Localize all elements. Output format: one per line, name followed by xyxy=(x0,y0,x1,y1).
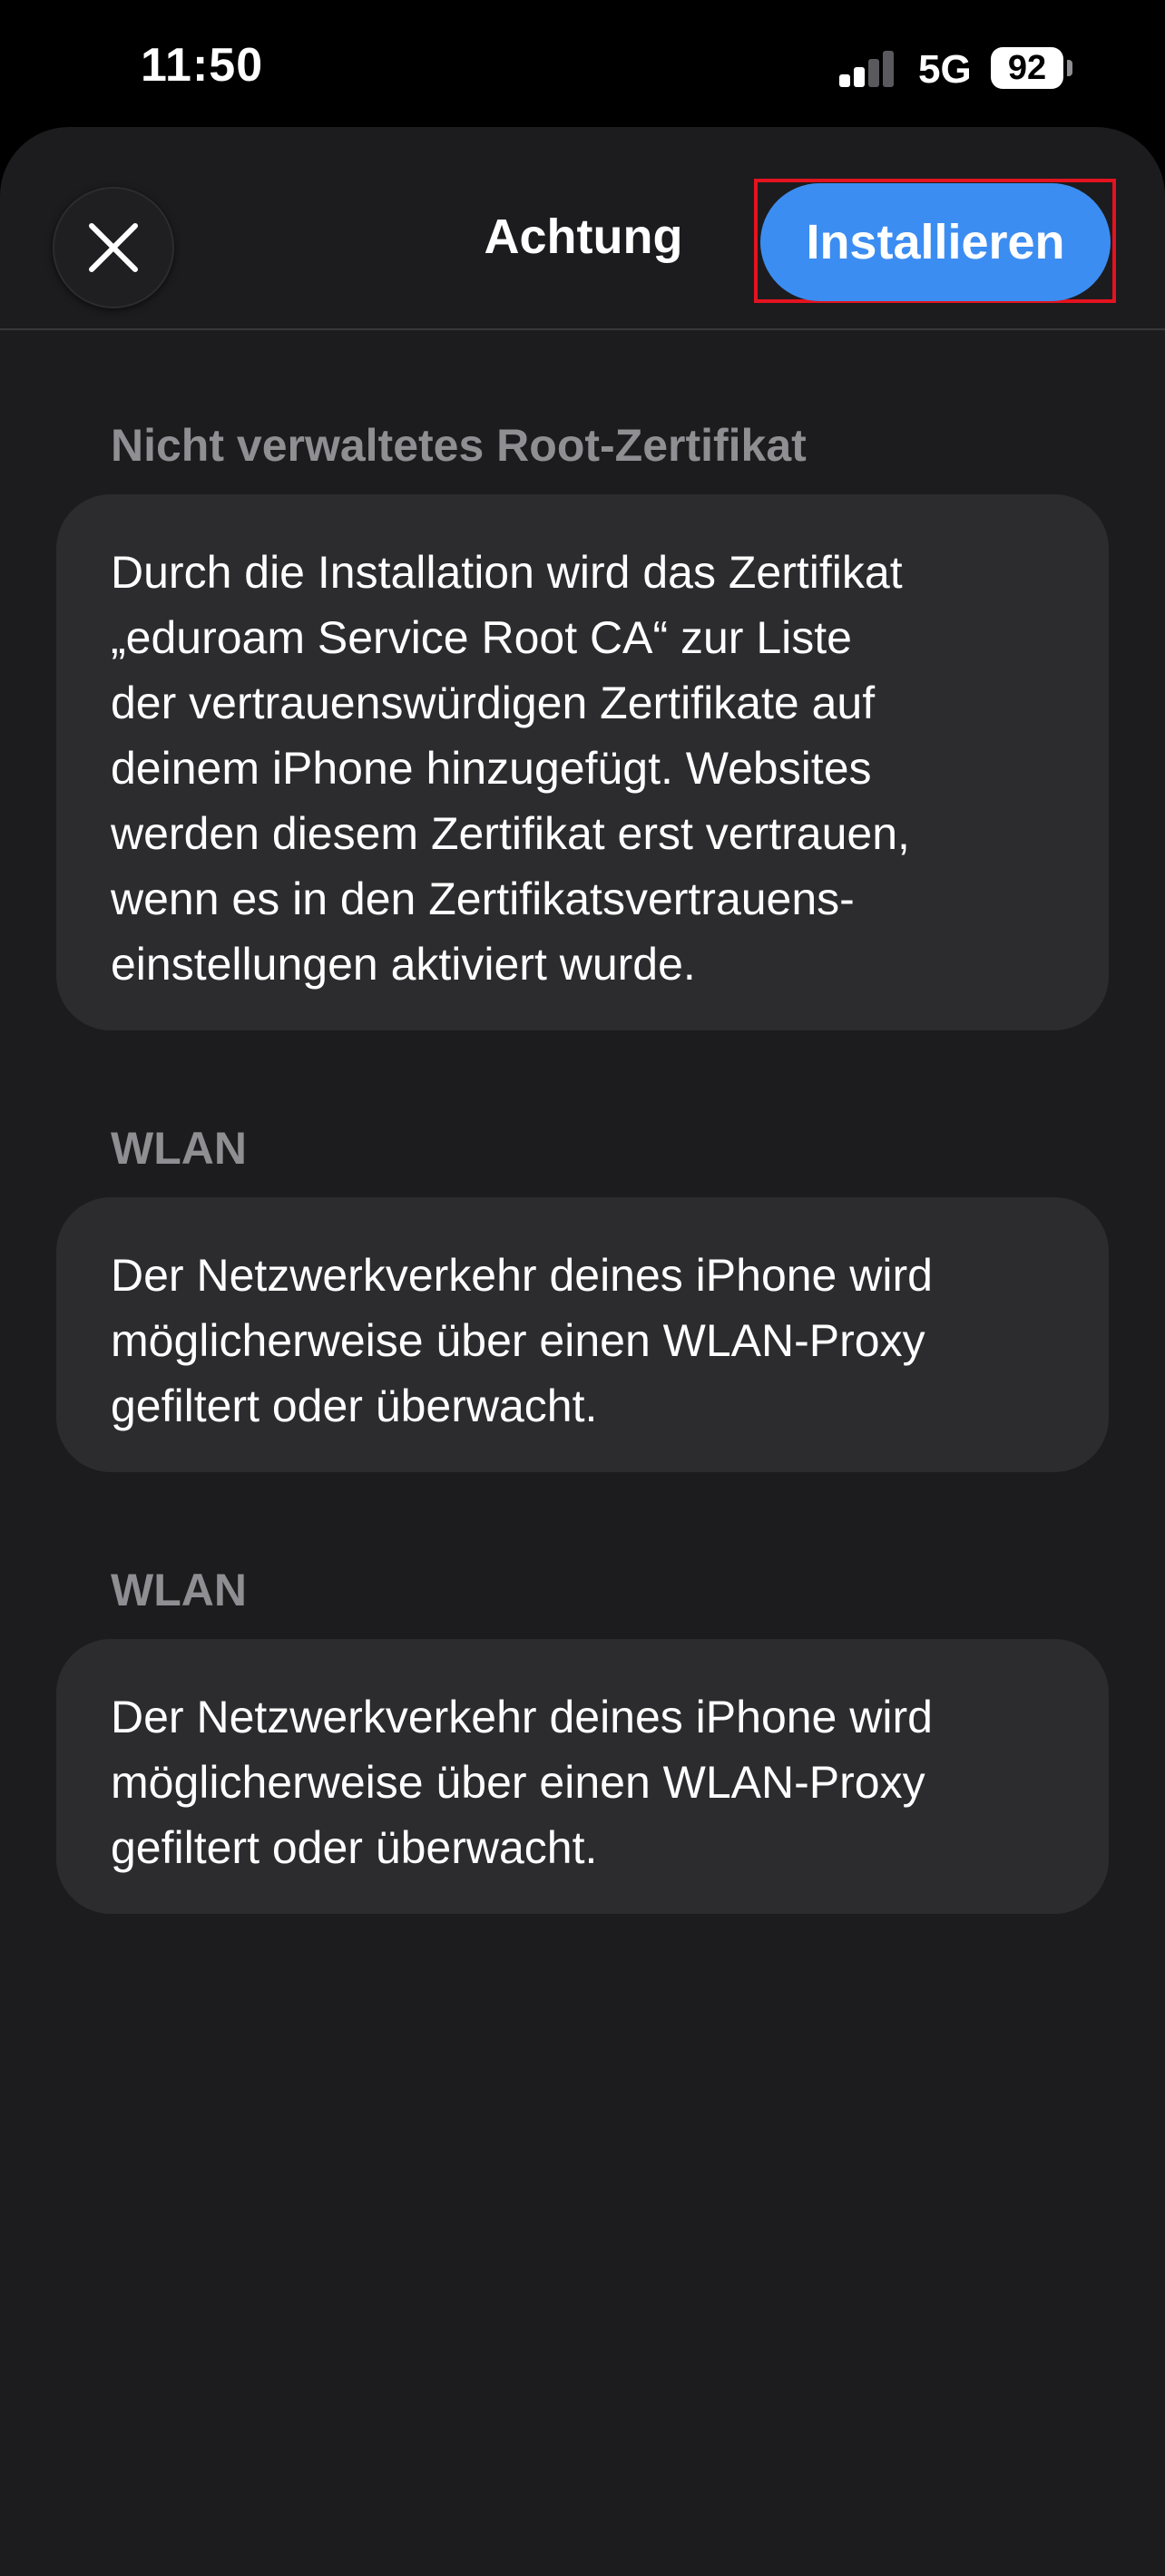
battery-icon: 92 xyxy=(991,47,1063,89)
nav-bar: Achtung Installieren xyxy=(0,127,1165,330)
text-line: Durch die Installation wird das Zertifik… xyxy=(111,547,903,598)
text-line: „eduroam Service Root CA“ zur Liste xyxy=(111,612,852,663)
text-line: gefiltert oder überwacht. xyxy=(111,1822,598,1873)
battery-tip xyxy=(1067,60,1072,76)
card-text: Durch die Installation wird das Zertifik… xyxy=(111,540,1054,997)
section-header-root-certificate: Nicht verwaltetes Root-Zertifikat xyxy=(111,420,807,471)
text-line: Der Netzwerkverkehr deines iPhone wird xyxy=(111,1692,933,1742)
cellular-signal-icon xyxy=(839,51,896,87)
card-wlan: Der Netzwerkverkehr deines iPhone wird m… xyxy=(56,1639,1109,1914)
status-bar: 11:50 5G 92 xyxy=(0,0,1165,127)
card-root-certificate: Durch die Installation wird das Zertifik… xyxy=(56,494,1109,1030)
text-line: Der Netzwerkverkehr deines iPhone wird xyxy=(111,1250,933,1301)
text-line: möglicherweise über einen WLAN-Proxy xyxy=(111,1757,925,1808)
text-line: deinem iPhone hinzugefügt. Websites xyxy=(111,743,872,794)
status-time: 11:50 xyxy=(141,39,264,92)
card-text: Der Netzwerkverkehr deines iPhone wird m… xyxy=(111,1684,1054,1880)
text-line: möglicherweise über einen WLAN-Proxy xyxy=(111,1315,925,1366)
close-button[interactable] xyxy=(53,187,174,308)
text-line: einstellungen aktiviert wurde. xyxy=(111,939,696,990)
install-button[interactable]: Installieren xyxy=(760,183,1111,301)
text-line: wenn es in den Zertifikatsvertrauens- xyxy=(111,873,855,924)
close-icon xyxy=(89,223,138,272)
text-line: werden diesem Zertifikat erst vertrauen, xyxy=(111,808,910,859)
card-text: Der Netzwerkverkehr deines iPhone wird m… xyxy=(111,1243,1054,1439)
text-line: gefiltert oder überwacht. xyxy=(111,1381,598,1431)
card-wlan: Der Netzwerkverkehr deines iPhone wird m… xyxy=(56,1197,1109,1472)
section-header-wlan: WLAN xyxy=(111,1123,247,1174)
text-line: der vertrauenswürdigen Zertifikate auf xyxy=(111,678,876,728)
network-type: 5G xyxy=(918,47,972,92)
page-title: Achtung xyxy=(484,210,683,264)
section-header-wlan: WLAN xyxy=(111,1565,247,1615)
